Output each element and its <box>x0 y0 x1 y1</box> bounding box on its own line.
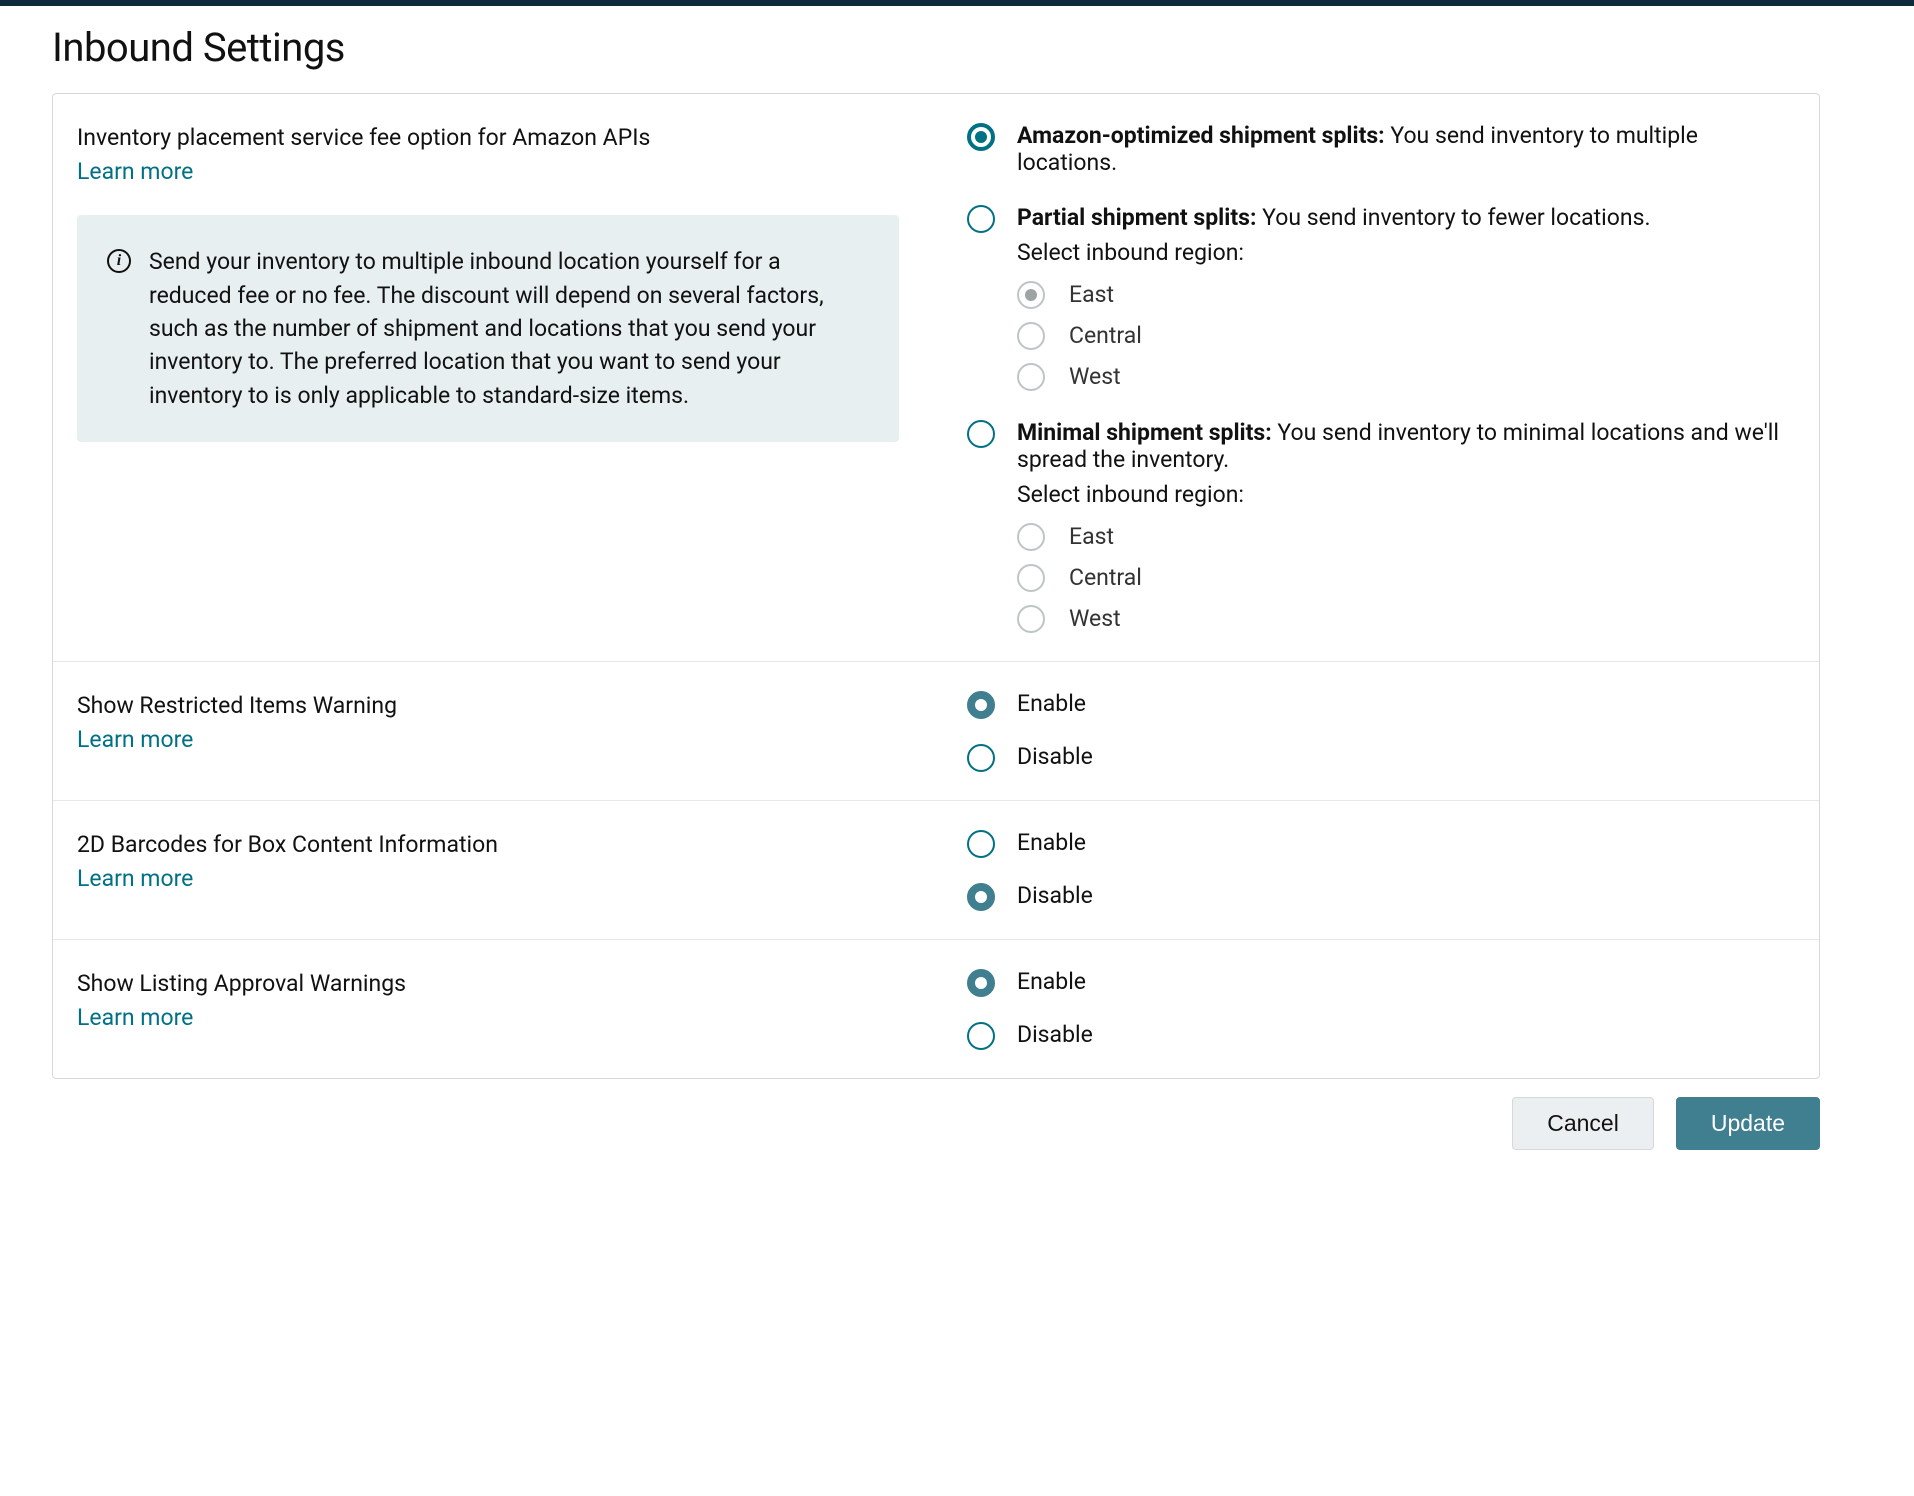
option-label: Disable <box>1017 1021 1093 1048</box>
option-label: Enable <box>1017 690 1086 717</box>
radio-icon <box>967 123 995 151</box>
option-label: Disable <box>1017 882 1093 909</box>
minimal-region-west[interactable]: West <box>1017 604 1795 633</box>
placement-title: Inventory placement service fee option f… <box>77 122 957 154</box>
region-label: East <box>1069 281 1114 308</box>
barcodes-disable[interactable]: Disable <box>967 882 1795 911</box>
info-icon: i <box>107 249 131 273</box>
option-desc: You send inventory to fewer locations. <box>1256 204 1650 231</box>
barcodes-enable[interactable]: Enable <box>967 829 1795 858</box>
radio-icon <box>967 744 995 772</box>
placement-info-box: i Send your inventory to multiple inboun… <box>77 215 899 442</box>
section-barcodes: 2D Barcodes for Box Content Information … <box>53 800 1819 939</box>
option-title: Amazon-optimized shipment splits: <box>1017 122 1385 149</box>
radio-icon <box>1017 363 1045 391</box>
restricted-learn-more-link[interactable]: Learn more <box>77 726 193 753</box>
minimal-region-central[interactable]: Central <box>1017 563 1795 592</box>
radio-icon <box>1017 605 1045 633</box>
partial-region-central[interactable]: Central <box>1017 321 1795 350</box>
region-label: Central <box>1069 322 1142 349</box>
partial-region-group: East Central West <box>1017 280 1795 391</box>
radio-icon <box>967 883 995 911</box>
page-title: Inbound Settings <box>52 24 1886 71</box>
radio-icon <box>1017 564 1045 592</box>
restricted-disable[interactable]: Disable <box>967 743 1795 772</box>
region-label: West <box>1069 605 1121 632</box>
region-label: West <box>1069 363 1121 390</box>
barcodes-title: 2D Barcodes for Box Content Information <box>77 829 957 861</box>
radio-icon <box>967 691 995 719</box>
option-label: Enable <box>1017 829 1086 856</box>
radio-icon <box>967 969 995 997</box>
minimal-select-region-label: Select inbound region: <box>1017 481 1795 508</box>
radio-icon <box>1017 281 1045 309</box>
barcodes-radio-group: Enable Disable <box>967 829 1795 911</box>
restricted-enable[interactable]: Enable <box>967 690 1795 719</box>
section-listing: Show Listing Approval Warnings Learn mor… <box>53 939 1819 1078</box>
radio-icon <box>967 205 995 233</box>
option-title: Partial shipment splits: <box>1017 204 1256 231</box>
partial-select-region-label: Select inbound region: <box>1017 239 1795 266</box>
radio-icon <box>1017 523 1045 551</box>
option-label: Enable <box>1017 968 1086 995</box>
partial-region-east[interactable]: East <box>1017 280 1795 309</box>
region-label: Central <box>1069 564 1142 591</box>
radio-icon <box>967 830 995 858</box>
placement-radio-group: Amazon-optimized shipment splits: You se… <box>967 122 1795 633</box>
placement-option-optimized[interactable]: Amazon-optimized shipment splits: You se… <box>967 122 1795 176</box>
option-title: Minimal shipment splits: <box>1017 419 1272 446</box>
update-button[interactable]: Update <box>1676 1097 1820 1150</box>
settings-panel: Inventory placement service fee option f… <box>52 93 1820 1079</box>
section-placement: Inventory placement service fee option f… <box>53 94 1819 661</box>
option-label: Disable <box>1017 743 1093 770</box>
action-row: Cancel Update <box>52 1097 1820 1150</box>
placement-learn-more-link[interactable]: Learn more <box>77 158 193 185</box>
partial-region-west[interactable]: West <box>1017 362 1795 391</box>
placement-info-text: Send your inventory to multiple inbound … <box>149 245 865 412</box>
listing-title: Show Listing Approval Warnings <box>77 968 957 1000</box>
restricted-title: Show Restricted Items Warning <box>77 690 957 722</box>
placement-option-minimal[interactable]: Minimal shipment splits: You send invent… <box>967 419 1795 633</box>
radio-icon <box>967 1022 995 1050</box>
radio-icon <box>967 420 995 448</box>
restricted-radio-group: Enable Disable <box>967 690 1795 772</box>
minimal-region-group: East Central West <box>1017 522 1795 633</box>
region-label: East <box>1069 523 1114 550</box>
radio-icon <box>1017 322 1045 350</box>
minimal-region-east[interactable]: East <box>1017 522 1795 551</box>
cancel-button[interactable]: Cancel <box>1512 1097 1654 1150</box>
listing-disable[interactable]: Disable <box>967 1021 1795 1050</box>
barcodes-learn-more-link[interactable]: Learn more <box>77 865 193 892</box>
section-restricted: Show Restricted Items Warning Learn more… <box>53 661 1819 800</box>
listing-learn-more-link[interactable]: Learn more <box>77 1004 193 1031</box>
listing-enable[interactable]: Enable <box>967 968 1795 997</box>
listing-radio-group: Enable Disable <box>967 968 1795 1050</box>
placement-option-partial[interactable]: Partial shipment splits: You send invent… <box>967 204 1795 391</box>
